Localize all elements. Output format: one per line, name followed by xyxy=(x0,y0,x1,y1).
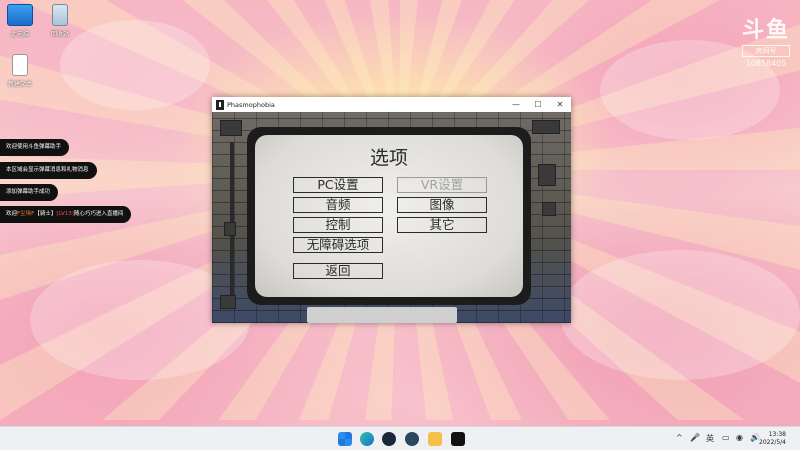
chat-message: 本区域会显示弹幕消息和礼物消息 xyxy=(0,162,97,179)
chat-text: 欢迎使用斗鱼弹幕助手 xyxy=(6,144,62,150)
steam-alt-icon[interactable] xyxy=(405,432,419,446)
game-scene: 选项 PC设置 VR设置 音频 图像 控制 其它 无障碍选项 返回 xyxy=(212,112,571,323)
options-heading: 选项 xyxy=(369,147,408,169)
tray-chevron-icon[interactable]: ^ xyxy=(676,433,683,442)
room-number: 10858405 xyxy=(745,59,787,68)
desktop-icon-text-file[interactable]: 新建文本 xyxy=(0,54,40,88)
chat-text: 本区域会显示弹幕消息和礼物消息 xyxy=(6,167,89,173)
desktop-icon-label: 回收站 xyxy=(50,31,69,38)
douyu-logo: 斗鱼 xyxy=(741,17,790,43)
desktop-icon-this-pc[interactable]: 此电脑 xyxy=(0,4,40,38)
desktop-icon-label: 新建文本 xyxy=(7,81,32,88)
tv-frame: 选项 PC设置 VR设置 音频 图像 控制 其它 无障碍选项 返回 xyxy=(247,127,531,305)
desktop-icon-recycle-bin[interactable]: 回收站 xyxy=(40,4,80,38)
chat-suffix: 随心巧巧进入直播间 xyxy=(73,211,124,217)
chat-message: 欢迎使用斗鱼弹幕助手 xyxy=(0,139,70,156)
options-screen: 选项 PC设置 VR设置 音频 图像 控制 其它 无障碍选项 返回 xyxy=(255,135,523,297)
close-button[interactable]: ✕ xyxy=(549,100,571,109)
clock-time: 13:38 xyxy=(768,431,786,438)
edge-browser-icon[interactable] xyxy=(360,432,374,446)
chat-username: F尘埃F xyxy=(17,211,35,217)
chat-level: [LV13] xyxy=(56,211,74,217)
display-icon[interactable]: ▭ xyxy=(722,433,730,442)
recycle-bin-icon xyxy=(52,4,68,26)
controls-button[interactable]: 控制 xyxy=(293,217,383,233)
graphics-button[interactable]: 图像 xyxy=(397,197,487,213)
phasmophobia-icon[interactable] xyxy=(451,432,465,446)
accessibility-button[interactable]: 无障碍选项 xyxy=(293,237,383,253)
wall-switch xyxy=(542,202,556,216)
input-language[interactable]: 英 xyxy=(706,433,714,444)
room-tag: 房间号 xyxy=(741,45,790,57)
danmaku-assistant-icon[interactable] xyxy=(428,432,442,446)
steam-icon[interactable] xyxy=(382,432,396,446)
network-icon[interactable]: ◉ xyxy=(736,433,743,442)
microphone-icon[interactable]: 🎤 xyxy=(690,433,700,442)
windows-start-icon[interactable] xyxy=(338,432,352,446)
wall-switch xyxy=(224,222,236,236)
tv-stand xyxy=(307,307,457,323)
clock-date: 2022/5/4 xyxy=(759,439,786,446)
minimize-button[interactable]: — xyxy=(505,100,527,109)
wall-panel xyxy=(532,120,560,134)
chat-prefix: 欢迎 xyxy=(6,211,18,217)
maximize-button[interactable]: ☐ xyxy=(527,100,549,109)
chat-text: 添加弹幕助手成功 xyxy=(6,189,51,195)
phasmophobia-icon xyxy=(216,99,224,110)
vr-settings-button[interactable]: VR设置 xyxy=(397,177,487,193)
clock[interactable]: 13:38 2022/5/4 xyxy=(759,431,786,447)
chat-badge: 【骑士】 xyxy=(34,211,57,217)
wallpaper-cloud xyxy=(560,250,800,380)
taskbar: ^ 🎤 英 ▭ ◉ 🔊 13:38 2022/5/4 xyxy=(0,426,800,450)
phasmophobia-window: Phasmophobia — ☐ ✕ 选项 PC设置 VR设置 音频 图像 控制… xyxy=(212,97,571,323)
wall-switch xyxy=(220,295,236,309)
audio-button[interactable]: 音频 xyxy=(293,197,383,213)
text-file-icon xyxy=(12,54,28,76)
chat-message-welcome: 欢迎F尘埃F【骑士】[LV13]随心巧巧进入直播间 xyxy=(0,206,132,223)
other-button[interactable]: 其它 xyxy=(397,217,487,233)
window-titlebar[interactable]: Phasmophobia — ☐ ✕ xyxy=(212,97,571,112)
wallpaper-cloud xyxy=(60,20,210,110)
back-button[interactable]: 返回 xyxy=(293,263,383,279)
desktop-icon-label: 此电脑 xyxy=(10,31,29,38)
wall-switch xyxy=(538,164,556,186)
douyu-watermark: 斗鱼 房间号 10858405 xyxy=(741,12,790,68)
chat-message: 添加弹幕助手成功 xyxy=(0,184,59,201)
pc-settings-button[interactable]: PC设置 xyxy=(293,177,383,193)
computer-icon xyxy=(7,4,33,26)
window-title: Phasmophobia xyxy=(227,100,275,109)
wall-switch xyxy=(220,120,242,136)
